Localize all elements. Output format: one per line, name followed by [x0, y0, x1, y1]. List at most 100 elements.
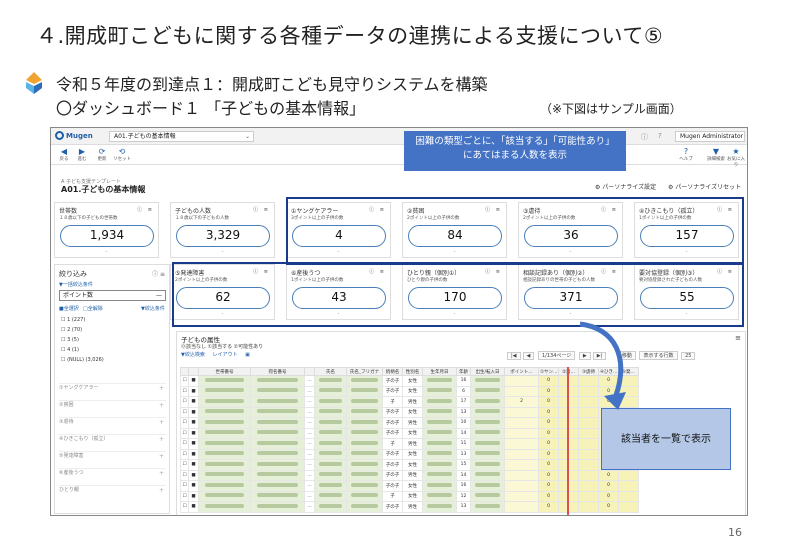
masked-bar — [257, 440, 298, 445]
column-header[interactable]: 生年月日 — [422, 367, 457, 376]
row-checkbox[interactable]: ☐ — [180, 375, 189, 387]
table-row[interactable]: ☐■…子男性1100 — [180, 438, 639, 450]
row-checkbox[interactable]: ☐ — [180, 385, 189, 397]
back-button[interactable]: ◀ 戻る — [55, 147, 73, 162]
first-page-button[interactable]: |◀ — [507, 352, 521, 360]
column-header[interactable]: ①ヤン… — [538, 367, 559, 376]
menu-icon[interactable]: ≡ — [735, 334, 741, 342]
row-checkbox[interactable]: ☐ — [180, 427, 189, 439]
filter-group[interactable]: ⑤発達障害 + — [59, 451, 166, 463]
filter-group[interactable]: ⑥産後うつ + — [59, 468, 166, 480]
column-header[interactable] — [304, 367, 315, 376]
masked-bar — [351, 503, 378, 508]
table-row[interactable]: ☐ ■ … 子の子 女性 16 0 0 — [180, 480, 639, 492]
filter-option[interactable]: ☐ 4 (1) — [61, 347, 79, 353]
row-checkbox[interactable]: ☐ — [180, 469, 189, 481]
column-header[interactable]: 世帯番号 — [198, 367, 251, 376]
filter-option[interactable]: ☐ 2 (70) — [61, 327, 82, 333]
expand-icon[interactable]: + — [159, 436, 164, 443]
kpi-value[interactable]: 3,329 — [176, 225, 270, 247]
column-header[interactable]: 年齢 — [456, 367, 471, 376]
filter-group[interactable]: ひとり親 + — [59, 485, 166, 497]
filter-condition-link[interactable]: ▼絞込条件 — [141, 305, 165, 312]
table-cell: 0 — [598, 469, 619, 481]
user-name: Mugen Administrator — [680, 133, 744, 140]
row-checkbox[interactable]: ☐ — [180, 406, 189, 418]
rows-per-page-select[interactable]: 25 — [681, 352, 696, 360]
layout-button[interactable]: レイアウト — [212, 352, 237, 358]
filter-option[interactable]: ☐ 1 (227) — [61, 317, 85, 323]
column-header[interactable]: 氏名_フリガナ — [346, 367, 383, 376]
column-header[interactable] — [188, 367, 199, 376]
kpi-value[interactable]: 1,934 — [60, 225, 154, 247]
deselect-all-link[interactable]: □全解除 — [83, 305, 103, 312]
refresh-button[interactable]: ⟳ 更新 — [93, 147, 111, 162]
brand-name: Mugen — [66, 131, 93, 140]
collapse-icon[interactable]: — — [156, 291, 162, 300]
table-row[interactable]: ☐ ■ … 子の子 男性 13 0 0 — [180, 501, 639, 513]
table-cell: 子の子 — [382, 427, 403, 439]
expand-icon[interactable]: + — [159, 453, 164, 460]
column-header[interactable]: 続柄名 — [382, 367, 403, 376]
masked-cell — [422, 427, 457, 439]
reset-button[interactable]: ⟲ リセット — [113, 147, 131, 162]
help-circle-icon[interactable]: ? — [658, 132, 662, 140]
filter-option[interactable]: ☐ 3 (5) — [61, 337, 79, 343]
table-row[interactable]: ☐■…子の子女性1300 — [180, 448, 639, 460]
card-info-icon[interactable]: ⓘ ≡ — [137, 206, 154, 213]
table-cell: 0 — [538, 490, 559, 502]
card-info-icon[interactable]: ⓘ ≡ — [253, 206, 270, 213]
info-icon[interactable]: ⓘ ≡ — [152, 269, 165, 278]
column-header[interactable]: 出生/転入日 — [470, 367, 505, 376]
filter-group[interactable]: ④ひきこもり（孤立） + — [59, 434, 166, 446]
filter-group[interactable]: ②貧困 + — [59, 400, 166, 412]
save-icon[interactable]: ▣ — [245, 352, 250, 358]
personalize-reset-link[interactable]: ⚙ パーソナライズリセット — [668, 182, 741, 191]
column-header[interactable]: 氏名 — [314, 367, 347, 376]
expand-icon[interactable]: + — [159, 470, 164, 477]
row-checkbox[interactable]: ☐ — [180, 501, 189, 513]
table-cell — [504, 438, 539, 450]
table-row[interactable]: ☐■…子の子男性1000 — [180, 417, 639, 429]
favorite-button[interactable]: ★ お気に入り — [727, 147, 745, 168]
filter-button[interactable]: ▼ 詳細検索 — [707, 147, 725, 162]
select-all-link[interactable]: ■全選択 — [59, 305, 79, 312]
expand-icon[interactable]: + — [159, 487, 164, 494]
table-row[interactable]: ☐■…子の子女性1400 — [180, 427, 639, 439]
row-checkbox[interactable]: ☐ — [180, 438, 189, 450]
expand-icon[interactable]: + — [159, 385, 164, 392]
filter-option[interactable]: ☐ (NULL) (3,026) — [61, 357, 104, 363]
table-row[interactable]: ☐■…子の子女性1500 — [180, 459, 639, 471]
filter-group[interactable]: ①ヤングケアラー + — [59, 383, 166, 395]
kpi-card[interactable]: 子どもの人数 ⓘ ≡ １８歳以下の子どもの人数 3,329 - — [170, 202, 275, 258]
row-checkbox[interactable]: ☐ — [180, 448, 189, 460]
masked-bar — [475, 398, 500, 403]
kpi-card[interactable]: 世帯数 ⓘ ≡ １８歳以下の子どもの世帯数 1,934 - — [54, 202, 159, 258]
row-checkbox[interactable]: ☐ — [180, 417, 189, 429]
bulk-filter-link[interactable]: ▼一括絞込条件 — [59, 281, 93, 288]
row-checkbox[interactable]: ☐ — [180, 396, 189, 408]
table-row[interactable]: ☐ ■ … 子女性 12 0 0 — [180, 490, 639, 502]
column-header[interactable] — [180, 367, 189, 376]
table-row[interactable]: ☐ ■ … 子の子 男性 14 0 0 — [180, 469, 639, 481]
row-checkbox[interactable]: ☐ — [180, 459, 189, 471]
filter-search-button[interactable]: ▼絞込検索 — [181, 352, 205, 358]
dashboard-select[interactable]: A01.子どもの基本情報 ⌄ — [109, 131, 254, 142]
forward-button[interactable]: ▶ 進む — [73, 147, 91, 162]
info-icon[interactable]: ⓘ — [641, 132, 648, 142]
row-checkbox[interactable]: ☐ — [180, 490, 189, 502]
prev-page-button[interactable]: ◀ — [522, 352, 535, 360]
masked-cell — [346, 501, 383, 513]
help-button[interactable]: ? ヘルプ — [677, 147, 695, 162]
user-select[interactable]: Mugen Administrator — [675, 131, 745, 142]
personalize-settings-link[interactable]: ⚙ パーソナライズ設定 — [595, 182, 656, 191]
table-cell — [558, 501, 579, 513]
expand-icon[interactable]: + — [159, 419, 164, 426]
expand-icon[interactable]: + — [159, 402, 164, 409]
row-checkbox[interactable]: ☐ — [180, 480, 189, 492]
column-header[interactable]: 宛名番号 — [250, 367, 305, 376]
filter-field-select[interactable]: ポイント数 — — [59, 290, 166, 301]
filter-group[interactable]: ③虐待 + — [59, 417, 166, 429]
column-header[interactable]: ポイント… — [504, 367, 539, 376]
column-header[interactable]: 性別名 — [402, 367, 423, 376]
